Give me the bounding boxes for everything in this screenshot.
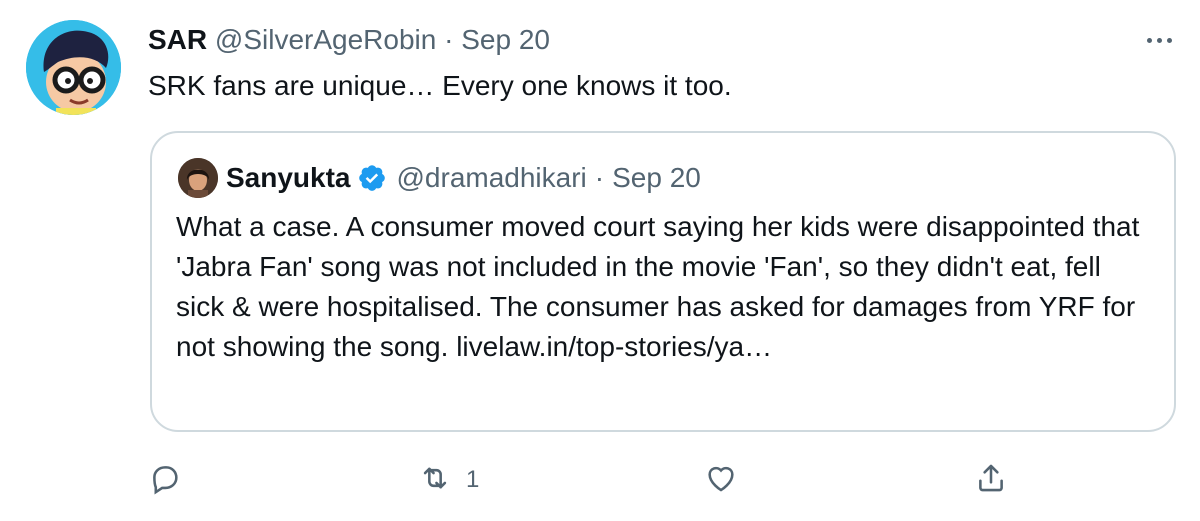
author-name[interactable]: SAR [148, 24, 207, 55]
quoted-header-separator: · [594, 162, 605, 193]
more-options-icon[interactable] [1142, 28, 1176, 52]
quoted-author-handle[interactable]: @dramadhikari [397, 159, 587, 197]
quoted-tweet-header: Sanyukta @dramadhikari · Sep 20 [226, 159, 701, 197]
tweet-text: SRK fans are unique… Every one knows it … [148, 70, 732, 101]
share-icon [974, 461, 1008, 500]
author-handle[interactable]: @SilverAgeRobin [215, 24, 436, 55]
quoted-author-avatar[interactable] [178, 158, 218, 198]
reply-button[interactable] [148, 458, 196, 502]
quoted-author-name[interactable]: Sanyukta [226, 159, 351, 197]
like-button[interactable] [704, 458, 752, 502]
share-button[interactable] [974, 458, 1008, 502]
tweet-actions: 1 [0, 458, 1200, 502]
tweet-date[interactable]: Sep 20 [461, 24, 550, 55]
like-icon [704, 461, 738, 500]
verified-badge-icon [357, 163, 387, 193]
retweet-button[interactable]: 1 [418, 458, 479, 502]
author-avatar[interactable] [26, 20, 121, 115]
retweet-icon [418, 461, 452, 500]
retweet-count: 1 [466, 466, 480, 493]
quoted-tweet[interactable]: Sanyukta @dramadhikari · Sep 20 What a c… [150, 131, 1176, 432]
quoted-tweet-date[interactable]: Sep 20 [612, 159, 701, 197]
quoted-tweet-text: What a case. A consumer moved court sayi… [176, 211, 1140, 362]
tweet-header: SAR @SilverAgeRobin · Sep 20 [148, 22, 550, 58]
reply-icon [148, 461, 182, 500]
header-separator: · [444, 24, 454, 55]
